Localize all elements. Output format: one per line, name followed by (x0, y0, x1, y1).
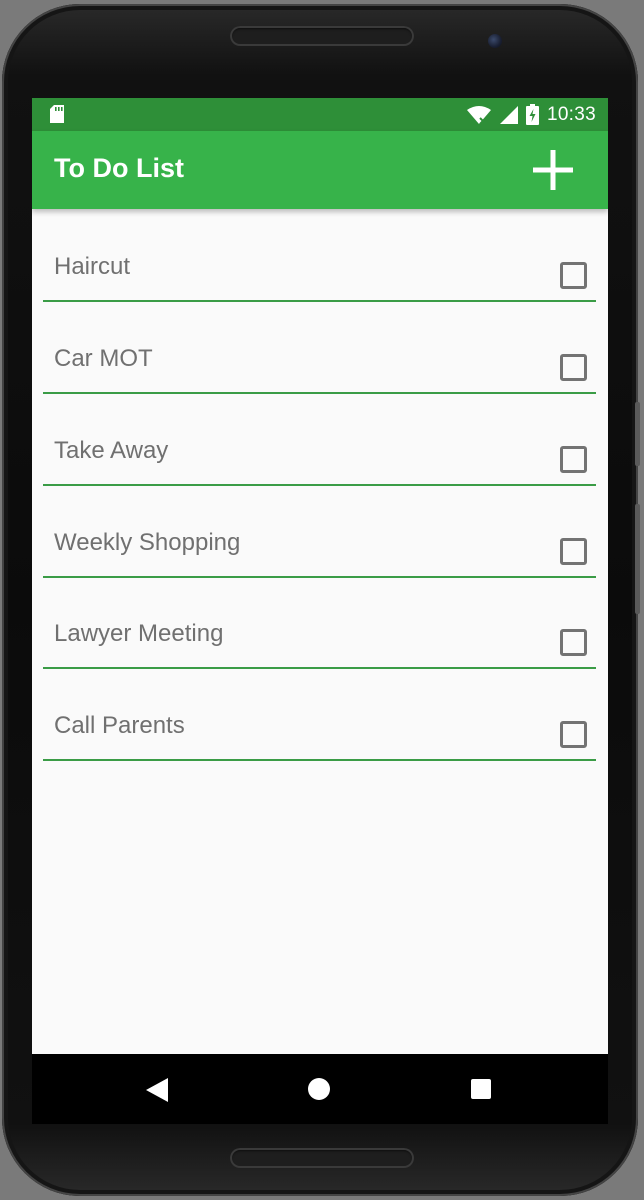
status-bar: 10:33 (32, 98, 608, 131)
item-checkbox[interactable] (560, 446, 587, 473)
bottom-speaker (230, 1148, 414, 1168)
volume-button (635, 402, 640, 466)
navigation-bar (32, 1054, 608, 1124)
signal-icon (499, 105, 518, 124)
recent-apps-icon[interactable] (471, 1079, 491, 1099)
app-title: To Do List (54, 153, 184, 183)
plus-icon (533, 150, 573, 190)
item-checkbox[interactable] (560, 262, 587, 289)
item-checkbox[interactable] (560, 354, 587, 381)
list-item-label: Car MOT (54, 345, 153, 372)
list-item-label: Call Parents (54, 712, 185, 739)
item-checkbox[interactable] (560, 721, 587, 748)
list-item-label: Haircut (54, 253, 131, 280)
home-icon[interactable] (308, 1078, 330, 1100)
device-frame-stage: 10:33 To Do List Haircut Car MOT Take Aw… (0, 0, 644, 1200)
list-item-label: Weekly Shopping (54, 529, 241, 556)
app-bar: To Do List (32, 131, 608, 209)
list-item-label: Take Away (54, 437, 169, 464)
sd-card-icon (50, 105, 64, 123)
front-camera (488, 34, 502, 48)
list-item[interactable]: Car MOT (43, 301, 596, 394)
battery-charging-icon (525, 104, 539, 125)
list-item[interactable]: Weekly Shopping (43, 485, 596, 578)
list-item[interactable]: Take Away (43, 393, 596, 486)
list-item[interactable]: Call Parents (43, 668, 596, 761)
screen: 10:33 To Do List Haircut Car MOT Take Aw… (32, 98, 608, 1124)
phone-frame: 10:33 To Do List Haircut Car MOT Take Aw… (2, 4, 640, 1196)
list-item[interactable]: Lawyer Meeting (43, 576, 596, 669)
back-icon[interactable] (146, 1078, 168, 1102)
power-button (635, 504, 640, 614)
status-clock: 10:33 (546, 103, 596, 125)
list-item[interactable]: Haircut (43, 209, 596, 302)
earpiece-speaker (230, 26, 414, 46)
status-icons: 10:33 (466, 98, 596, 131)
wifi-icon (466, 105, 491, 125)
item-checkbox[interactable] (560, 629, 587, 656)
item-checkbox[interactable] (560, 538, 587, 565)
list-item-label: Lawyer Meeting (54, 620, 224, 647)
add-item-button[interactable] (530, 147, 576, 193)
